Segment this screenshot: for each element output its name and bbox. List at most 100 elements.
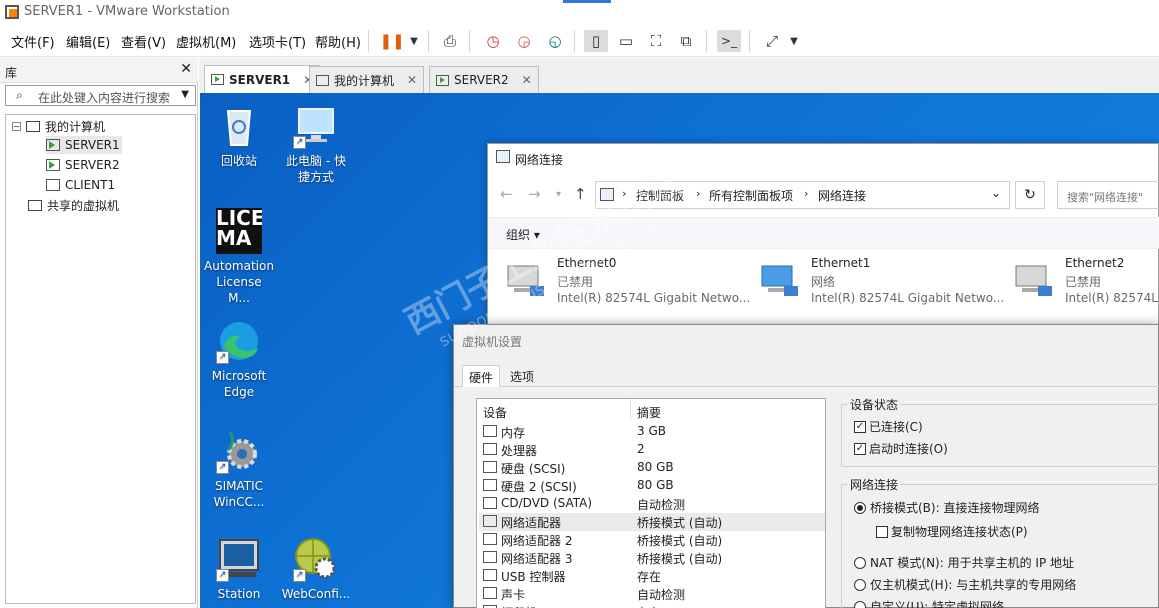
forward-icon[interactable]: → — [528, 185, 541, 203]
tab-hardware[interactable]: 硬件 — [462, 365, 501, 387]
hardware-summary: 80 GB — [637, 478, 674, 492]
revert-snapshot-icon[interactable]: ◶ — [512, 30, 536, 52]
hardware-row[interactable]: 声卡 自动检测 — [479, 585, 825, 603]
bridged-radio[interactable]: 桥接模式(B): 直接连接物理网络 — [854, 499, 1039, 516]
snapshot-manager-icon[interactable]: ◵ — [543, 30, 567, 52]
window-title: SERVER1 - VMware Workstation — [24, 4, 230, 19]
stretch-dropdown-icon[interactable]: ▼ — [782, 30, 806, 52]
refresh-icon[interactable]: ↻ — [1015, 181, 1045, 209]
desktop-icon-webconfig[interactable]: ↗ WebConfi... — [281, 536, 351, 602]
breadcrumb-network-connections[interactable]: 网络连接 — [818, 187, 866, 204]
hardware-summary: 80 GB — [637, 460, 674, 474]
menu-vm[interactable]: 虚拟机(M) — [176, 32, 236, 51]
show-library-icon[interactable]: ▯ — [584, 30, 608, 52]
close-icon[interactable]: ✕ — [407, 73, 417, 87]
menu-tabs[interactable]: 选项卡(T) — [249, 32, 306, 51]
adapter-ethernet2[interactable]: Ethernet2 已禁用 Intel(R) 82574L G — [1012, 256, 1159, 316]
hardware-summary: 存在 — [637, 604, 661, 608]
pause-dropdown-icon[interactable]: ▼ — [402, 30, 426, 52]
adapter-ethernet1[interactable]: Ethernet1 网络 Intel(R) 82574L Gigabit Net… — [758, 256, 1008, 316]
tree-item-server1[interactable]: SERVER1 — [46, 136, 122, 154]
pause-icon[interactable]: ❚❚ — [379, 30, 404, 52]
hardware-row[interactable]: USB 控制器 存在 — [479, 567, 825, 585]
desktop-icon-recycle-bin[interactable]: 回收站 — [204, 103, 274, 169]
breadcrumb-all-items[interactable]: 所有控制面板项 — [709, 187, 793, 204]
cd-dvd-icon — [483, 497, 497, 509]
breadcrumb-control-panel[interactable]: 控制面板 — [636, 187, 684, 204]
hardware-row[interactable]: 内存 3 GB — [479, 423, 825, 441]
hardware-row[interactable]: 网络适配器 2 桥接模式 (自动) — [479, 531, 825, 549]
hardware-row[interactable]: 硬盘 2 (SCSI) 80 GB — [479, 477, 825, 495]
desktop-icon-microsoft-edge[interactable]: ↗ Microsoft Edge — [204, 318, 274, 400]
tree-item-server2[interactable]: SERVER2 — [46, 156, 120, 174]
tab-server1[interactable]: SERVER1 ✕ — [204, 65, 321, 93]
shortcut-arrow-icon: ↗ — [293, 136, 306, 149]
tab-server2[interactable]: SERVER2 ✕ — [429, 66, 539, 93]
hardware-row[interactable]: 处理器 2 — [479, 441, 825, 459]
library-search-input[interactable]: ⌕ 在此处键入内容进行搜索 ▼ — [5, 85, 196, 106]
search-input[interactable]: 搜索"网络连接" — [1057, 181, 1159, 209]
connected-checkbox[interactable]: ✓ 已连接(C) — [854, 418, 923, 435]
vm-running-icon — [46, 159, 60, 171]
hardware-row[interactable]: 网络适配器 3 桥接模式 (自动) — [479, 549, 825, 567]
full-screen-icon[interactable]: ⛶ — [644, 30, 668, 52]
up-icon[interactable]: ↑ — [574, 185, 587, 203]
network-adapter-icon — [761, 265, 798, 296]
network-adapter-icon — [483, 551, 497, 563]
hardware-summary: 3 GB — [637, 424, 666, 438]
back-icon[interactable]: ← — [500, 185, 513, 203]
console-view-icon[interactable]: >_ — [717, 30, 741, 52]
hardware-summary: 桥接模式 (自动) — [637, 516, 723, 530]
hardware-row[interactable]: 打印机 存在 — [479, 603, 825, 608]
replicate-state-checkbox[interactable]: 复制物理网络连接状态(P) — [876, 523, 1028, 540]
hardware-row[interactable]: 硬盘 (SCSI) 80 GB — [479, 459, 825, 477]
organize-button[interactable]: 组织 ▾ — [506, 226, 540, 243]
hardware-row[interactable]: CD/DVD (SATA) 自动检测 — [479, 495, 825, 513]
toolbar-separator — [428, 30, 429, 52]
hardware-device: 内存 — [501, 426, 526, 440]
tree-item-my-computer[interactable]: − 我的计算机 — [12, 117, 105, 135]
settings-tabs: 硬件 选项 — [454, 363, 1159, 387]
close-icon[interactable]: ✕ — [180, 61, 192, 77]
nat-radio[interactable]: NAT 模式(N): 用于共享主机的 IP 地址 — [854, 554, 1074, 571]
chevron-down-icon[interactable]: ⌄ — [991, 186, 1001, 200]
vm-tabs: SERVER1 ✕ 我的计算机 ✕ SERVER2 ✕ — [199, 58, 1159, 93]
menu-view[interactable]: 查看(V) — [121, 32, 166, 51]
hardware-list: 设备 摘要 内存 3 GB 处理器 2 硬盘 (SCSI) 80 GB 硬盘 2 (SCSI… — [476, 398, 826, 608]
desktop-icon-automation-license-manager[interactable]: LICEN MA Automation License M... — [204, 208, 274, 306]
custom-radio[interactable]: 自定义(U): 特定虚拟网络 — [854, 598, 1004, 608]
hardware-row[interactable]: 网络适配器 桥接模式 (自动) — [479, 513, 825, 531]
adapter-ethernet0[interactable]: Ethernet0 已禁用 Intel(R) 82574L Gigabit Ne… — [504, 256, 754, 316]
tab-my-computer[interactable]: 我的计算机 ✕ — [309, 66, 425, 93]
breadcrumb-separator: › — [804, 187, 809, 200]
tree-item-shared-vms[interactable]: 共享的虚拟机 — [28, 196, 119, 214]
address-bar[interactable]: › 控制面板 › 所有控制面板项 › 网络连接 ⌄ — [595, 181, 1010, 209]
snapshot-icon[interactable]: ◷ — [481, 30, 505, 52]
host-only-radio[interactable]: 仅主机模式(H): 与主机共享的专用网络 — [854, 576, 1076, 593]
menu-edit[interactable]: 编辑(E) — [66, 32, 110, 51]
send-ctrl-alt-del-icon[interactable]: ⎙ — [438, 30, 462, 52]
hardware-device: 网络适配器 3 — [501, 552, 573, 566]
desktop-icon-station[interactable]: ↗ Station — [204, 536, 274, 602]
close-icon[interactable]: ✕ — [522, 73, 532, 87]
tree-item-client1[interactable]: CLIENT1 — [46, 176, 115, 194]
desktop-icon-this-pc[interactable]: ↗ 此电脑 - 快捷方式 — [281, 103, 351, 185]
tab-options[interactable]: 选项 — [504, 365, 540, 387]
shortcut-arrow-icon: ↗ — [216, 569, 229, 582]
stretch-icon[interactable]: ⤢ — [760, 30, 784, 52]
menu-file[interactable]: 文件(F) — [11, 32, 55, 51]
chevron-down-icon[interactable]: ▼ — [181, 89, 189, 100]
recent-dropdown-icon[interactable]: ▾ — [556, 189, 561, 200]
hardware-device: USB 控制器 — [501, 570, 566, 584]
network-adapter-icon — [483, 515, 497, 527]
search-icon: ⌕ — [16, 88, 23, 102]
network-adapter-icon — [483, 533, 497, 545]
connect-at-power-on-checkbox[interactable]: ✓ 启动时连接(O) — [854, 440, 948, 457]
computer-icon — [26, 120, 40, 132]
menu-help[interactable]: 帮助(H) — [315, 32, 361, 51]
unity-icon[interactable]: ⧉ — [674, 30, 698, 52]
toolbar-separator — [749, 30, 750, 52]
thumbnail-bar-icon[interactable]: ▭ — [614, 30, 638, 52]
desktop-icon-wincc[interactable]: ↗ SIMATIC WinCC... — [204, 428, 274, 510]
collapse-icon[interactable]: − — [12, 121, 21, 131]
